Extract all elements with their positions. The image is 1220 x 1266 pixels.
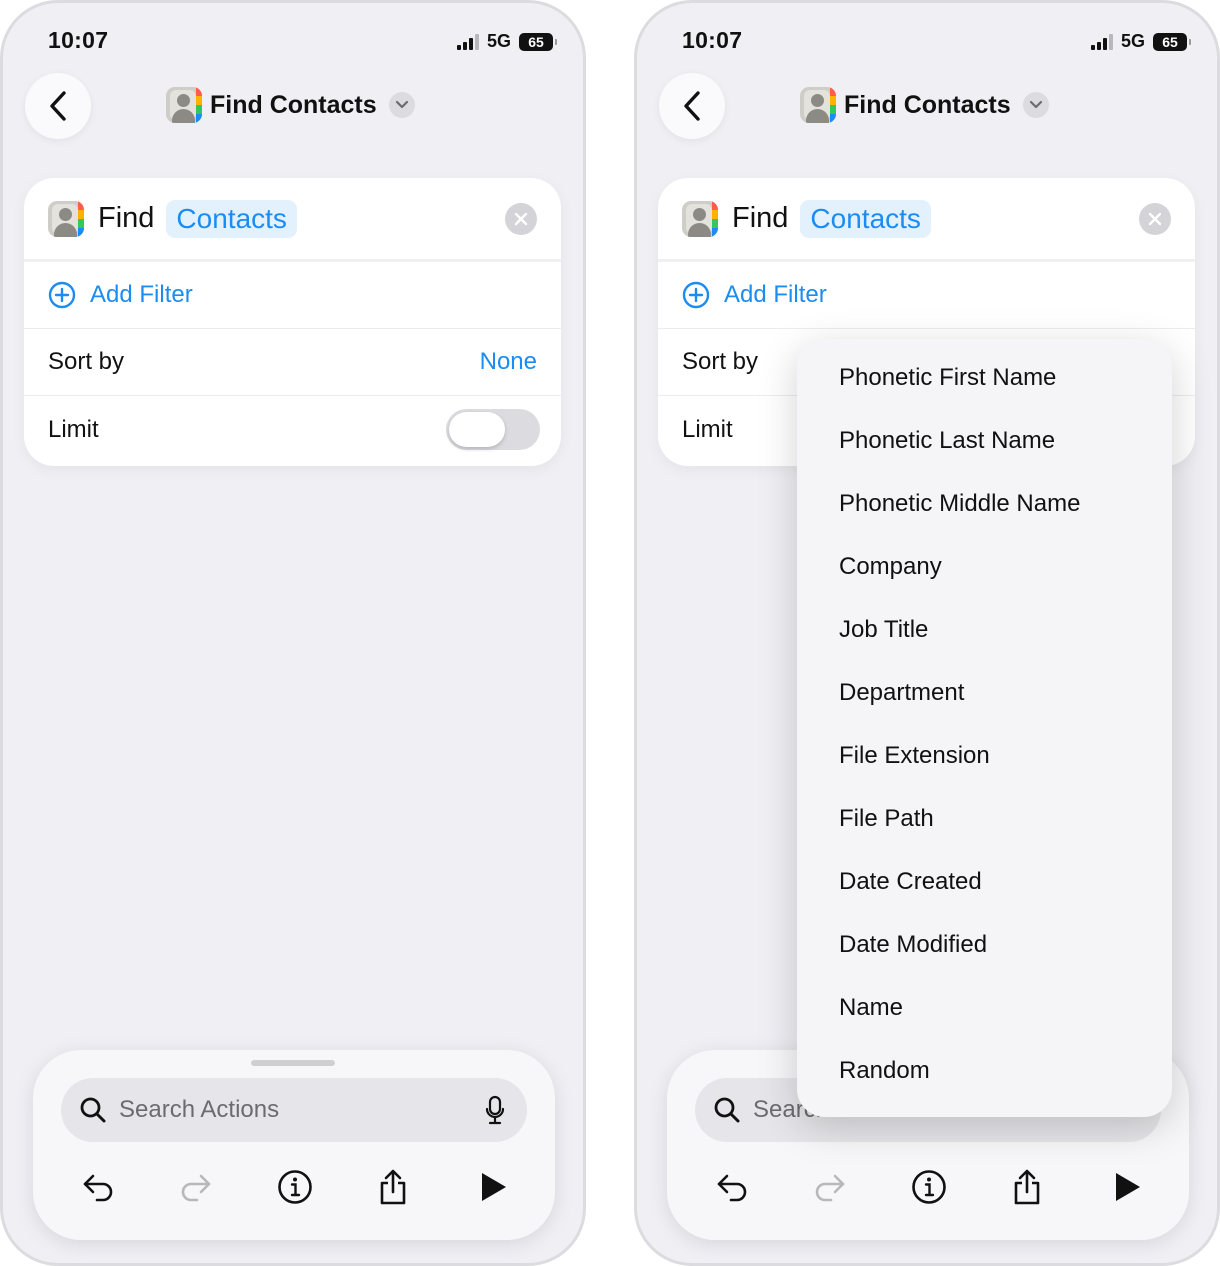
undo-button[interactable] xyxy=(707,1162,757,1212)
contacts-app-icon xyxy=(682,200,718,237)
add-filter-button[interactable]: Add Filter xyxy=(24,262,561,329)
contacts-parameter-token[interactable]: Contacts xyxy=(800,199,931,238)
sort-option[interactable]: Date Created xyxy=(797,850,1172,913)
sort-option[interactable]: Random xyxy=(797,1039,1172,1102)
sort-by-row[interactable]: Sort by None xyxy=(24,329,561,396)
network-label: 5G xyxy=(486,31,511,51)
add-filter-label: Add Filter xyxy=(90,281,193,308)
status-indicators: 5G 65 xyxy=(1090,31,1191,52)
sort-option[interactable]: File Extension xyxy=(797,724,1172,787)
microphone-icon[interactable] xyxy=(485,1095,505,1125)
contacts-app-icon xyxy=(166,87,202,123)
action-search-panel: Search Actions xyxy=(33,1050,555,1240)
signal-icon xyxy=(1090,33,1113,50)
share-icon xyxy=(380,1169,406,1205)
limit-toggle[interactable] xyxy=(446,409,540,450)
info-icon xyxy=(912,1170,946,1204)
editor-toolbar xyxy=(697,1162,1163,1212)
search-actions-field[interactable]: Search Actions xyxy=(61,1078,527,1142)
back-button[interactable] xyxy=(25,73,91,139)
search-placeholder: Search Actions xyxy=(119,1096,280,1123)
info-button[interactable] xyxy=(270,1162,320,1212)
status-indicators: 5G 65 xyxy=(456,31,557,52)
sort-option[interactable]: Phonetic Middle Name xyxy=(797,472,1172,535)
signal-icon xyxy=(456,33,479,50)
action-header: Find Contacts xyxy=(658,178,1195,262)
network-label: 5G xyxy=(1120,31,1145,51)
shortcut-title-menu[interactable]: Find Contacts xyxy=(800,87,1049,123)
run-button[interactable] xyxy=(1102,1162,1152,1212)
plus-circle-icon xyxy=(682,281,710,309)
shortcut-title: Find Contacts xyxy=(844,90,1011,119)
phone-screen-left: 10:07 5G 65 Find Contacts Find Contacts xyxy=(0,0,586,1266)
contacts-app-icon xyxy=(800,87,836,123)
back-button[interactable] xyxy=(659,73,725,139)
sort-option[interactable]: Job Title xyxy=(797,598,1172,661)
action-verb: Find xyxy=(732,202,789,234)
find-contacts-action-card: Find Contacts Add Filter Sort by None Li… xyxy=(24,178,561,466)
play-icon xyxy=(1116,1173,1140,1201)
undo-icon xyxy=(83,1174,113,1202)
add-filter-button[interactable]: Add Filter xyxy=(658,262,1195,329)
sort-by-label: Sort by xyxy=(48,348,125,375)
remove-action-button[interactable] xyxy=(1139,203,1171,235)
play-icon xyxy=(482,1173,506,1201)
redo-button[interactable] xyxy=(805,1162,855,1212)
remove-action-button[interactable] xyxy=(505,203,537,235)
chevron-left-icon xyxy=(684,91,700,121)
sort-option[interactable]: Date Modified xyxy=(797,913,1172,976)
sort-option[interactable]: Phonetic Last Name xyxy=(797,409,1172,472)
share-button[interactable] xyxy=(368,1162,418,1212)
sort-option[interactable]: Company xyxy=(797,535,1172,598)
chevron-left-icon xyxy=(50,91,66,121)
info-button[interactable] xyxy=(904,1162,954,1212)
editor-toolbar xyxy=(63,1162,529,1212)
chevron-down-icon xyxy=(1022,92,1049,118)
redo-icon xyxy=(815,1174,845,1202)
share-icon xyxy=(1014,1169,1040,1205)
undo-icon xyxy=(717,1174,747,1202)
battery-icon: 65 xyxy=(1153,32,1191,51)
contacts-app-icon xyxy=(48,200,84,237)
shortcut-title-menu[interactable]: Find Contacts xyxy=(166,87,415,123)
sort-by-value[interactable]: None xyxy=(480,348,537,376)
battery-icon: 65 xyxy=(519,32,557,51)
sort-by-label: Sort by xyxy=(682,348,759,375)
sheet-grabber[interactable] xyxy=(251,1060,335,1066)
close-icon xyxy=(1148,212,1162,226)
info-icon xyxy=(278,1170,312,1204)
close-icon xyxy=(514,212,528,226)
limit-row: Limit xyxy=(24,396,561,463)
search-icon xyxy=(80,1097,106,1123)
sort-by-menu: Phonetic First Name Phonetic Last Name Pho… xyxy=(797,339,1172,1117)
redo-icon xyxy=(181,1174,211,1202)
shortcut-title: Find Contacts xyxy=(210,90,377,119)
chevron-down-icon xyxy=(388,92,415,118)
limit-label: Limit xyxy=(682,415,733,443)
sort-option[interactable]: Name xyxy=(797,976,1172,1039)
add-filter-label: Add Filter xyxy=(724,281,827,308)
status-time: 10:07 xyxy=(682,27,743,53)
sort-option[interactable]: Department xyxy=(797,661,1172,724)
action-verb: Find xyxy=(98,202,155,234)
contacts-parameter-token[interactable]: Contacts xyxy=(166,199,297,238)
sort-option[interactable]: Phonetic First Name xyxy=(797,346,1172,409)
status-time: 10:07 xyxy=(48,27,109,53)
action-header: Find Contacts xyxy=(24,178,561,262)
search-icon xyxy=(714,1097,740,1123)
undo-button[interactable] xyxy=(73,1162,123,1212)
share-button[interactable] xyxy=(1002,1162,1052,1212)
limit-label: Limit xyxy=(48,415,99,443)
sort-by-options: Phonetic First Name Phonetic Last Name Pho… xyxy=(797,339,1172,1102)
run-button[interactable] xyxy=(468,1162,518,1212)
redo-button[interactable] xyxy=(171,1162,221,1212)
sort-option[interactable]: File Path xyxy=(797,787,1172,850)
plus-circle-icon xyxy=(48,281,76,309)
